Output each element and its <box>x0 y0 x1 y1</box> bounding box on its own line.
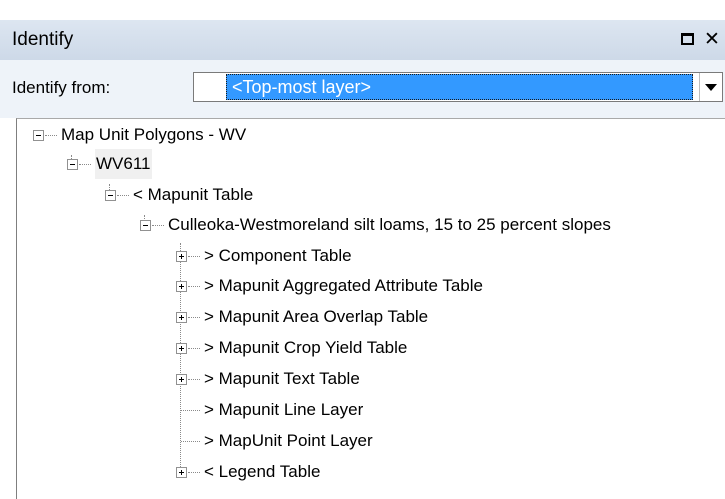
tree-node-label: < Legend Table <box>204 462 321 481</box>
tree-node-label: Culleoka-Westmoreland silt loams, 15 to … <box>168 215 611 234</box>
collapse-icon[interactable] <box>105 190 116 201</box>
dropdown-arrow-button[interactable] <box>699 73 722 101</box>
collapse-icon[interactable] <box>140 220 151 231</box>
tree-node-label: WV611 <box>95 149 152 179</box>
tree-connector <box>45 135 57 136</box>
tree-connector <box>117 195 129 196</box>
expand-icon[interactable] <box>176 251 187 262</box>
identify-from-dropdown[interactable]: <Top-most layer> <box>193 72 723 102</box>
tree-connector <box>188 256 200 257</box>
window-title: Identify <box>12 29 74 50</box>
tree-node-label: > Mapunit Aggregated Attribute Table <box>204 276 483 295</box>
tree-node-label: < Mapunit Table <box>133 185 254 204</box>
tree-node-label: > Mapunit Text Table <box>204 369 360 388</box>
collapse-icon[interactable] <box>33 130 44 141</box>
expand-icon[interactable] <box>176 343 187 354</box>
tree-connector <box>79 164 91 165</box>
close-button[interactable]: ✕ <box>704 28 725 50</box>
tree-node-label: > Mapunit Crop Yield Table <box>204 338 408 357</box>
tree-connector <box>188 286 200 287</box>
tree-connector <box>181 410 200 411</box>
tree-node-label: > Mapunit Area Overlap Table <box>204 307 429 326</box>
maximize-icon <box>681 33 694 45</box>
results-tree[interactable]: Map Unit Polygons - WV WV611 < Mapunit T… <box>16 118 725 499</box>
tree-connector <box>188 348 200 349</box>
chevron-down-icon <box>705 84 717 91</box>
expand-icon[interactable] <box>176 281 187 292</box>
tree-connector <box>181 441 200 442</box>
tree-node-label: > MapUnit Point Layer <box>204 431 373 450</box>
tree-connector <box>188 317 200 318</box>
expand-icon[interactable] <box>176 312 187 323</box>
dropdown-selected-value[interactable]: <Top-most layer> <box>226 74 693 100</box>
identify-panel: Identify ✕ Identify from: <Top-most laye… <box>0 0 725 499</box>
tree-connector <box>188 472 200 473</box>
title-bar: Identify ✕ <box>0 20 725 61</box>
identify-from-label: Identify from: <box>12 78 111 97</box>
tree-node-label: > Mapunit Line Layer <box>204 400 364 419</box>
tree-connector <box>188 379 200 380</box>
collapse-icon[interactable] <box>67 159 78 170</box>
tree-node-label: Map Unit Polygons - WV <box>61 125 247 144</box>
expand-icon[interactable] <box>176 467 187 478</box>
tree-node-label: > Component Table <box>204 246 352 265</box>
tree-connector <box>152 225 164 226</box>
maximize-button[interactable] <box>680 28 698 50</box>
identify-from-row: Identify from: <Top-most layer> <box>0 60 725 118</box>
expand-icon[interactable] <box>176 374 187 385</box>
